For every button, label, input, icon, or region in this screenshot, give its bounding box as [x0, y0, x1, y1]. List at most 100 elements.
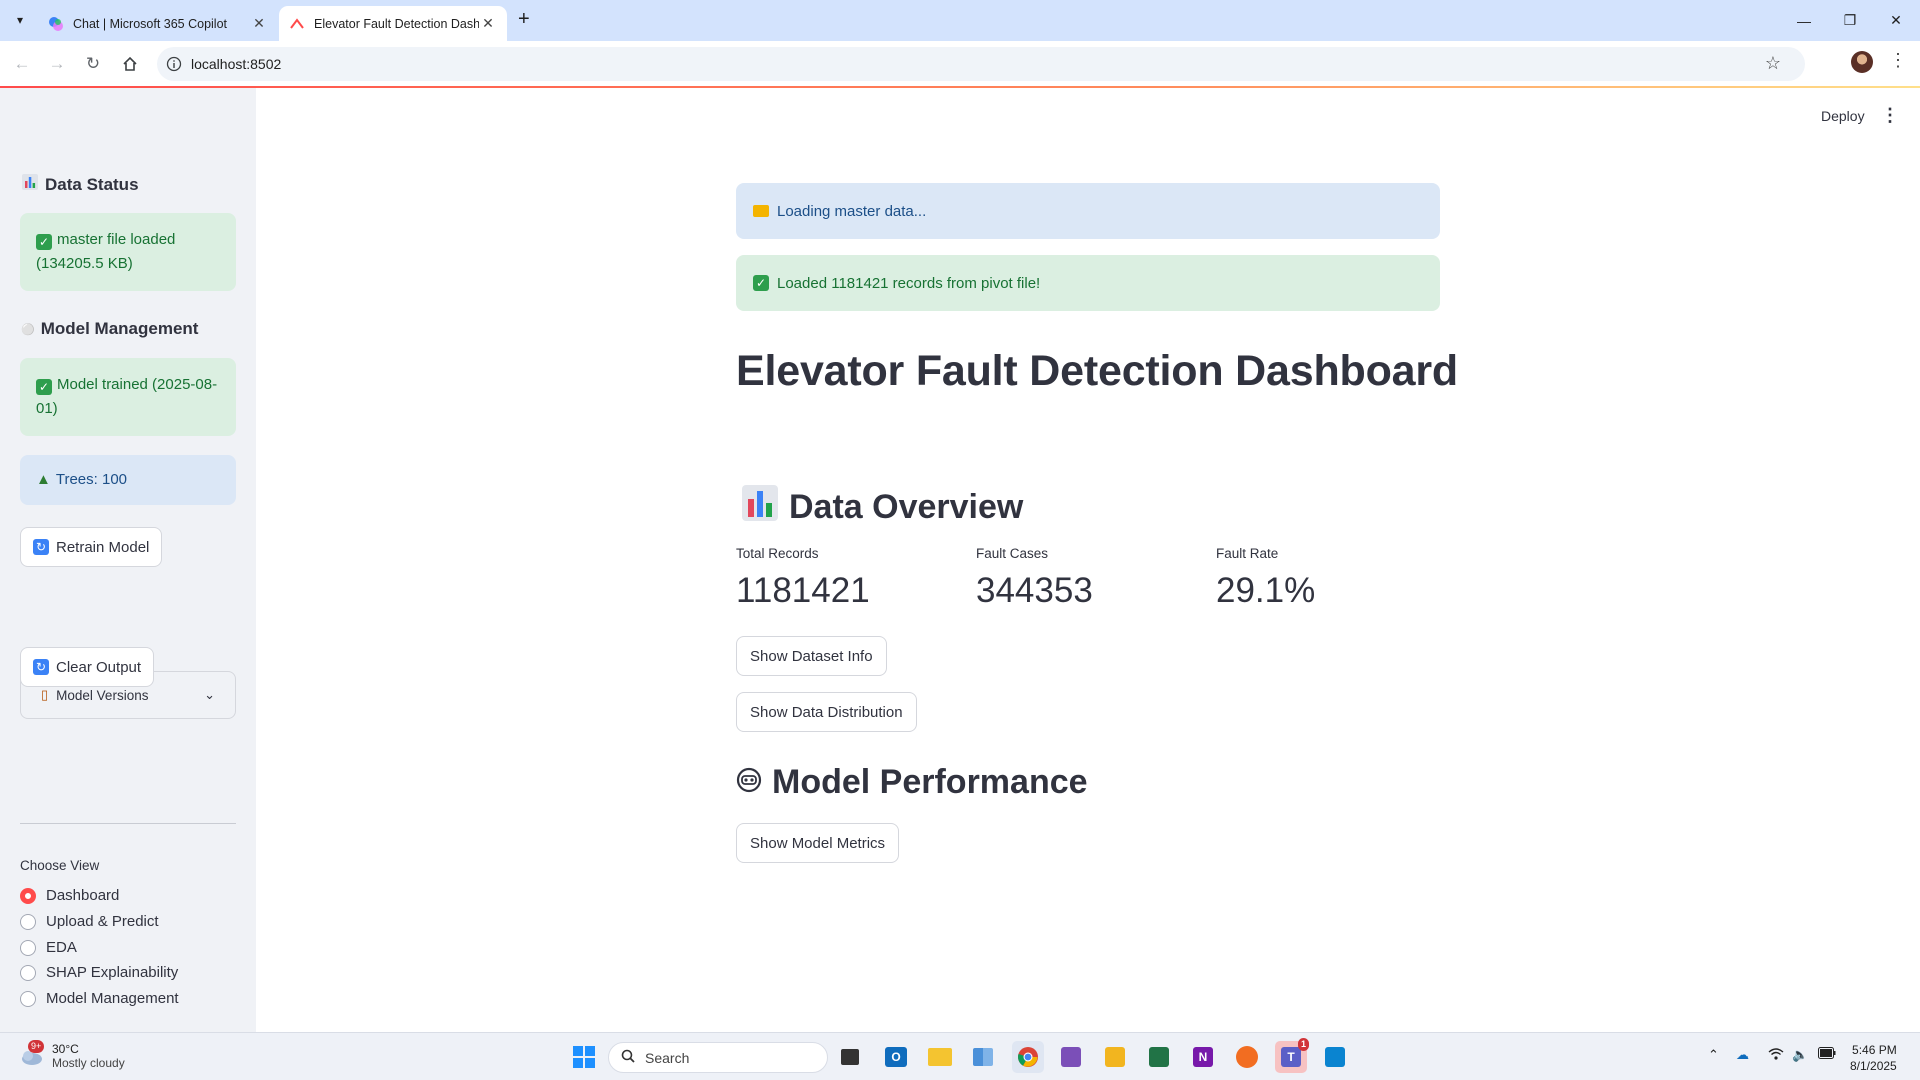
browser-menu-icon[interactable]: ⋮: [1889, 50, 1907, 71]
tab-close-icon[interactable]: ✕: [479, 15, 497, 32]
copilot-icon: [49, 16, 63, 31]
radio-icon: [20, 939, 36, 956]
refresh-icon: ↻: [33, 659, 49, 675]
data-overview-heading: Data Overview: [741, 484, 1023, 531]
tab-copilot[interactable]: Chat | Microsoft 365 Copilot ✕: [38, 6, 278, 41]
view-option-shap[interactable]: SHAP Explainability: [20, 964, 178, 981]
vscode-icon[interactable]: [1319, 1041, 1351, 1073]
clear-output-button[interactable]: ↻ Clear Output: [20, 647, 155, 687]
weather-condition: Mostly cloudy: [52, 1056, 125, 1070]
refresh-icon: ↻: [33, 539, 49, 555]
metric-value: 1181421: [736, 571, 870, 610]
restore-icon[interactable]: ❐: [1827, 0, 1873, 41]
view-option-eda[interactable]: EDA: [20, 939, 77, 956]
tab-title: Chat | Microsoft 365 Copilot: [73, 16, 228, 31]
checkmark-icon: ✓: [36, 379, 52, 395]
app-icon-orange[interactable]: [1231, 1041, 1263, 1073]
search-icon: [621, 1049, 635, 1066]
view-option-model-management[interactable]: Model Management: [20, 990, 179, 1007]
file-explorer-icon[interactable]: [924, 1041, 956, 1073]
show-model-metrics-button[interactable]: Show Model Metrics: [736, 823, 900, 863]
view-option-upload-predict[interactable]: Upload & Predict: [20, 913, 159, 930]
master-file-status-alert: ✓ master file loaded (134205.5 KB): [20, 213, 236, 291]
metric-value: 344353: [976, 571, 1093, 610]
profile-avatar[interactable]: [1851, 51, 1873, 73]
page-title: Elevator Fault Detection Dashboard: [736, 347, 1458, 395]
taskbar-clock[interactable]: 5:46 PM 8/1/2025: [1850, 1042, 1897, 1074]
robot-icon: ⚪: [21, 323, 35, 336]
metric-label: Fault Cases: [976, 546, 1049, 561]
volume-icon[interactable]: 🔈: [1792, 1047, 1808, 1063]
show-dataset-info-button[interactable]: Show Dataset Info: [736, 636, 887, 676]
weather-temp: 30°C: [52, 1042, 79, 1056]
data-status-heading: Data Status: [21, 173, 139, 196]
metric-label: Fault Rate: [1216, 546, 1279, 561]
loaded-success-alert: ✓ Loaded 1181421 records from pivot file…: [736, 255, 1440, 311]
loading-info-alert: Loading master data...: [736, 183, 1440, 239]
cloud-icon: 9+: [18, 1040, 45, 1067]
checkmark-icon: ✓: [36, 234, 52, 250]
onenote-icon[interactable]: N: [1187, 1041, 1219, 1073]
clipboard-icon: ▯: [41, 687, 49, 702]
weather-badge: 9+: [28, 1040, 45, 1053]
wifi-icon[interactable]: [1768, 1047, 1784, 1064]
battery-icon[interactable]: [1818, 1047, 1836, 1062]
app-icon-yellow[interactable]: [1099, 1041, 1131, 1073]
teams-icon[interactable]: T 1: [1275, 1038, 1309, 1073]
teams-badge: 1: [1297, 1038, 1309, 1051]
status-text: Model trained (2025-08-01): [36, 376, 218, 417]
metric-fault-rate: Fault Rate 29.1%: [1216, 546, 1315, 611]
forward-icon[interactable]: →: [44, 51, 70, 77]
weather-widget[interactable]: 9+ 30°C Mostly cloudy: [18, 1040, 125, 1070]
widgets-icon[interactable]: [967, 1041, 999, 1073]
show-data-distribution-button[interactable]: Show Data Distribution: [736, 692, 917, 732]
info-text: Trees: 100: [55, 471, 128, 488]
checkmark-icon: ✓: [753, 275, 769, 291]
onedrive-icon[interactable]: ☁: [1736, 1047, 1749, 1063]
windows-taskbar: 9+ 30°C Mostly cloudy Search O N T 1 ⌃ ☁…: [0, 1032, 1920, 1080]
excel-icon[interactable]: [1143, 1041, 1175, 1073]
home-icon[interactable]: [117, 51, 143, 77]
radio-icon: [20, 964, 36, 981]
metric-label: Total Records: [736, 546, 819, 561]
tab-close-icon[interactable]: ✕: [250, 15, 268, 32]
visual-studio-icon[interactable]: [1055, 1041, 1087, 1073]
app-menu-icon[interactable]: ⋮: [1881, 105, 1899, 126]
deploy-button[interactable]: Deploy: [1821, 108, 1865, 124]
tab-elevator-dashboard[interactable]: Elevator Fault Detection Dashbo ✕: [279, 6, 507, 41]
windows-start-icon[interactable]: [568, 1041, 600, 1073]
clock-date: 8/1/2025: [1850, 1059, 1897, 1073]
robot-icon: [736, 763, 762, 802]
choose-view-label: Choose View: [20, 858, 100, 873]
url-text: localhost:8502: [191, 56, 282, 72]
back-icon[interactable]: ←: [9, 51, 35, 77]
reload-icon[interactable]: ↻: [80, 51, 106, 77]
status-text: master file loaded (134205.5 KB): [36, 231, 176, 272]
chrome-icon[interactable]: [1012, 1041, 1044, 1073]
metric-value: 29.1%: [1216, 571, 1316, 610]
streamlit-icon: [290, 17, 304, 29]
show-hidden-icons-icon[interactable]: ⌃: [1708, 1047, 1719, 1063]
bar-chart-icon: [21, 173, 39, 196]
tab-search-chevron-icon[interactable]: ▾: [9, 9, 31, 31]
address-bar[interactable]: localhost:8502 ☆: [157, 47, 1805, 81]
model-trained-alert: ✓ Model trained (2025-08-01): [20, 358, 236, 436]
browser-toolbar: ← → ↻ localhost:8502 ☆ ⋮: [0, 41, 1920, 86]
new-tab-icon[interactable]: +: [518, 8, 530, 31]
metric-total-records: Total Records 1181421: [736, 546, 870, 611]
clock-time: 5:46 PM: [1852, 1043, 1897, 1057]
minimize-icon[interactable]: —: [1781, 0, 1827, 41]
view-option-dashboard[interactable]: Dashboard: [20, 887, 119, 904]
tree-icon: ▲: [36, 471, 51, 488]
task-view-icon[interactable]: [834, 1041, 866, 1073]
radio-icon: [20, 990, 36, 1007]
model-management-heading: ⚪ Model Management: [21, 319, 199, 338]
folder-icon: [753, 205, 769, 217]
taskbar-search[interactable]: Search: [608, 1042, 828, 1073]
retrain-model-button[interactable]: ↻ Retrain Model: [20, 527, 163, 567]
browser-tab-strip: ▾ Chat | Microsoft 365 Copilot ✕ Elevato…: [0, 0, 1920, 41]
bookmark-star-icon[interactable]: ☆: [1765, 53, 1781, 74]
window-close-icon[interactable]: ✕: [1873, 0, 1919, 41]
outlook-icon[interactable]: O: [880, 1041, 912, 1073]
site-info-icon[interactable]: [157, 56, 191, 72]
